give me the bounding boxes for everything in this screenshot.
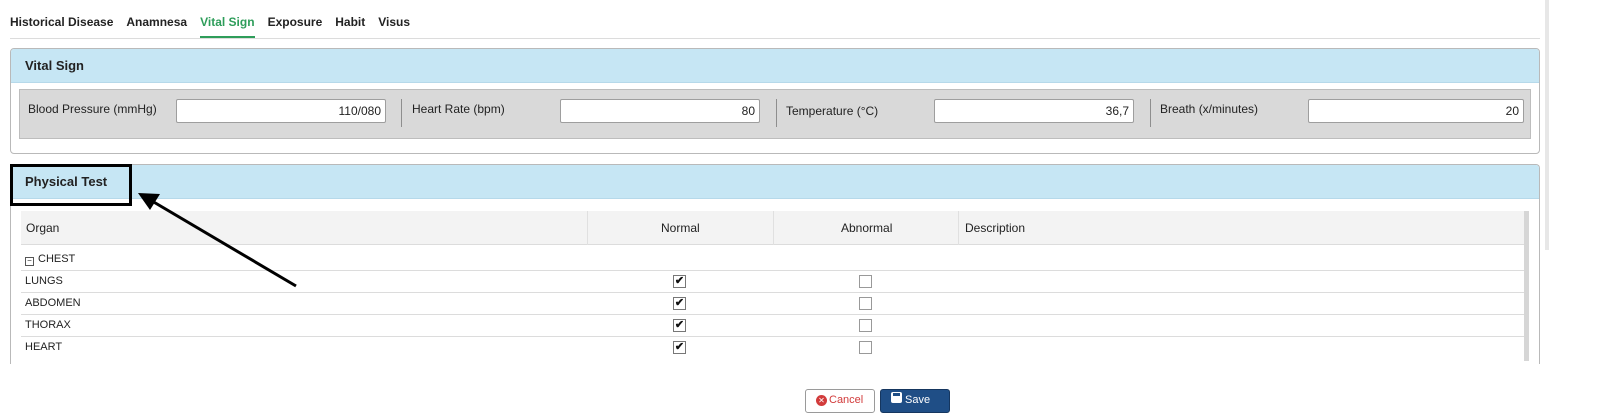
- check-icon: ✔: [674, 341, 685, 353]
- tab-exposure[interactable]: Exposure: [268, 14, 323, 38]
- abnormal-checkbox[interactable]: [859, 319, 872, 332]
- tab-vital-sign[interactable]: Vital Sign: [200, 14, 255, 38]
- tab-habit[interactable]: Habit: [335, 14, 365, 38]
- tab-anamnesa[interactable]: Anamnesa: [126, 14, 187, 38]
- normal-checkbox[interactable]: ✔: [673, 297, 686, 310]
- organ-name: HEART: [25, 341, 63, 353]
- tab-historical-disease[interactable]: Historical Disease: [10, 14, 113, 38]
- abnormal-checkbox[interactable]: [859, 275, 872, 288]
- grid-header: Organ Normal Abnormal Description: [21, 211, 1527, 245]
- normal-checkbox[interactable]: ✔: [673, 275, 686, 288]
- organ-name: LUNGS: [25, 275, 63, 287]
- temperature-input[interactable]: 36,7: [934, 99, 1134, 123]
- table-row[interactable]: LUNGS ✔: [21, 271, 1527, 293]
- tab-bar: Historical Disease Anamnesa Vital Sign E…: [10, 14, 1540, 39]
- table-row[interactable]: HEART ✔: [21, 337, 1527, 359]
- column-divider: [773, 211, 774, 245]
- physical-test-title: Physical Test: [11, 165, 1539, 199]
- field-divider: [1150, 99, 1151, 127]
- abnormal-checkbox[interactable]: [859, 341, 872, 354]
- grid-scrollbar[interactable]: [1524, 211, 1529, 361]
- column-organ[interactable]: Organ: [26, 221, 59, 235]
- check-icon: ✔: [674, 297, 685, 309]
- cancel-button[interactable]: ✕ Cancel: [805, 389, 875, 413]
- normal-checkbox[interactable]: ✔: [673, 319, 686, 332]
- temperature-label: Temperature (°C): [786, 104, 879, 118]
- table-row[interactable]: THORAX ✔: [21, 315, 1527, 337]
- cancel-circle-icon: ✕: [816, 395, 827, 406]
- page-scrollbar[interactable]: [1545, 0, 1549, 250]
- physical-test-panel: Physical Test Organ Normal Abnormal Desc…: [10, 164, 1540, 364]
- column-divider: [587, 211, 588, 245]
- physical-test-grid: Organ Normal Abnormal Description − CHEST…: [21, 211, 1527, 359]
- vital-sign-panel: Vital Sign Blood Pressure (mmHg) 110/080…: [10, 48, 1540, 154]
- breath-input[interactable]: 20: [1308, 99, 1524, 123]
- field-divider: [776, 99, 777, 127]
- column-normal[interactable]: Normal: [661, 221, 700, 235]
- tab-visus[interactable]: Visus: [378, 14, 410, 38]
- heart-rate-input[interactable]: 80: [560, 99, 760, 123]
- save-label: Save: [905, 394, 931, 406]
- vital-sign-title: Vital Sign: [11, 49, 1539, 83]
- check-icon: ✔: [674, 319, 685, 331]
- blood-pressure-input[interactable]: 110/080: [176, 99, 386, 123]
- breath-label: Breath (x/minutes): [1160, 102, 1259, 116]
- cancel-label: Cancel: [829, 394, 864, 406]
- field-divider: [401, 99, 402, 127]
- blood-pressure-label: Blood Pressure (mmHg): [28, 102, 157, 116]
- vital-sign-fields: Blood Pressure (mmHg) 110/080 Heart Rate…: [19, 89, 1531, 139]
- heart-rate-label: Heart Rate (bpm): [412, 102, 505, 116]
- group-name: CHEST: [38, 253, 76, 265]
- column-description[interactable]: Description: [965, 221, 1025, 235]
- normal-checkbox[interactable]: ✔: [673, 341, 686, 354]
- save-button[interactable]: Save: [880, 389, 950, 413]
- check-icon: ✔: [674, 275, 685, 287]
- collapse-box-icon[interactable]: −: [25, 257, 34, 266]
- organ-name: THORAX: [25, 319, 71, 331]
- group-label: − CHEST: [25, 253, 75, 266]
- organ-name: ABDOMEN: [25, 297, 81, 309]
- column-divider: [958, 211, 959, 245]
- table-row[interactable]: ABDOMEN ✔: [21, 293, 1527, 315]
- floppy-disk-icon: [891, 392, 902, 403]
- abnormal-checkbox[interactable]: [859, 297, 872, 310]
- column-abnormal[interactable]: Abnormal: [841, 221, 892, 235]
- group-row-chest[interactable]: − CHEST: [21, 245, 1527, 271]
